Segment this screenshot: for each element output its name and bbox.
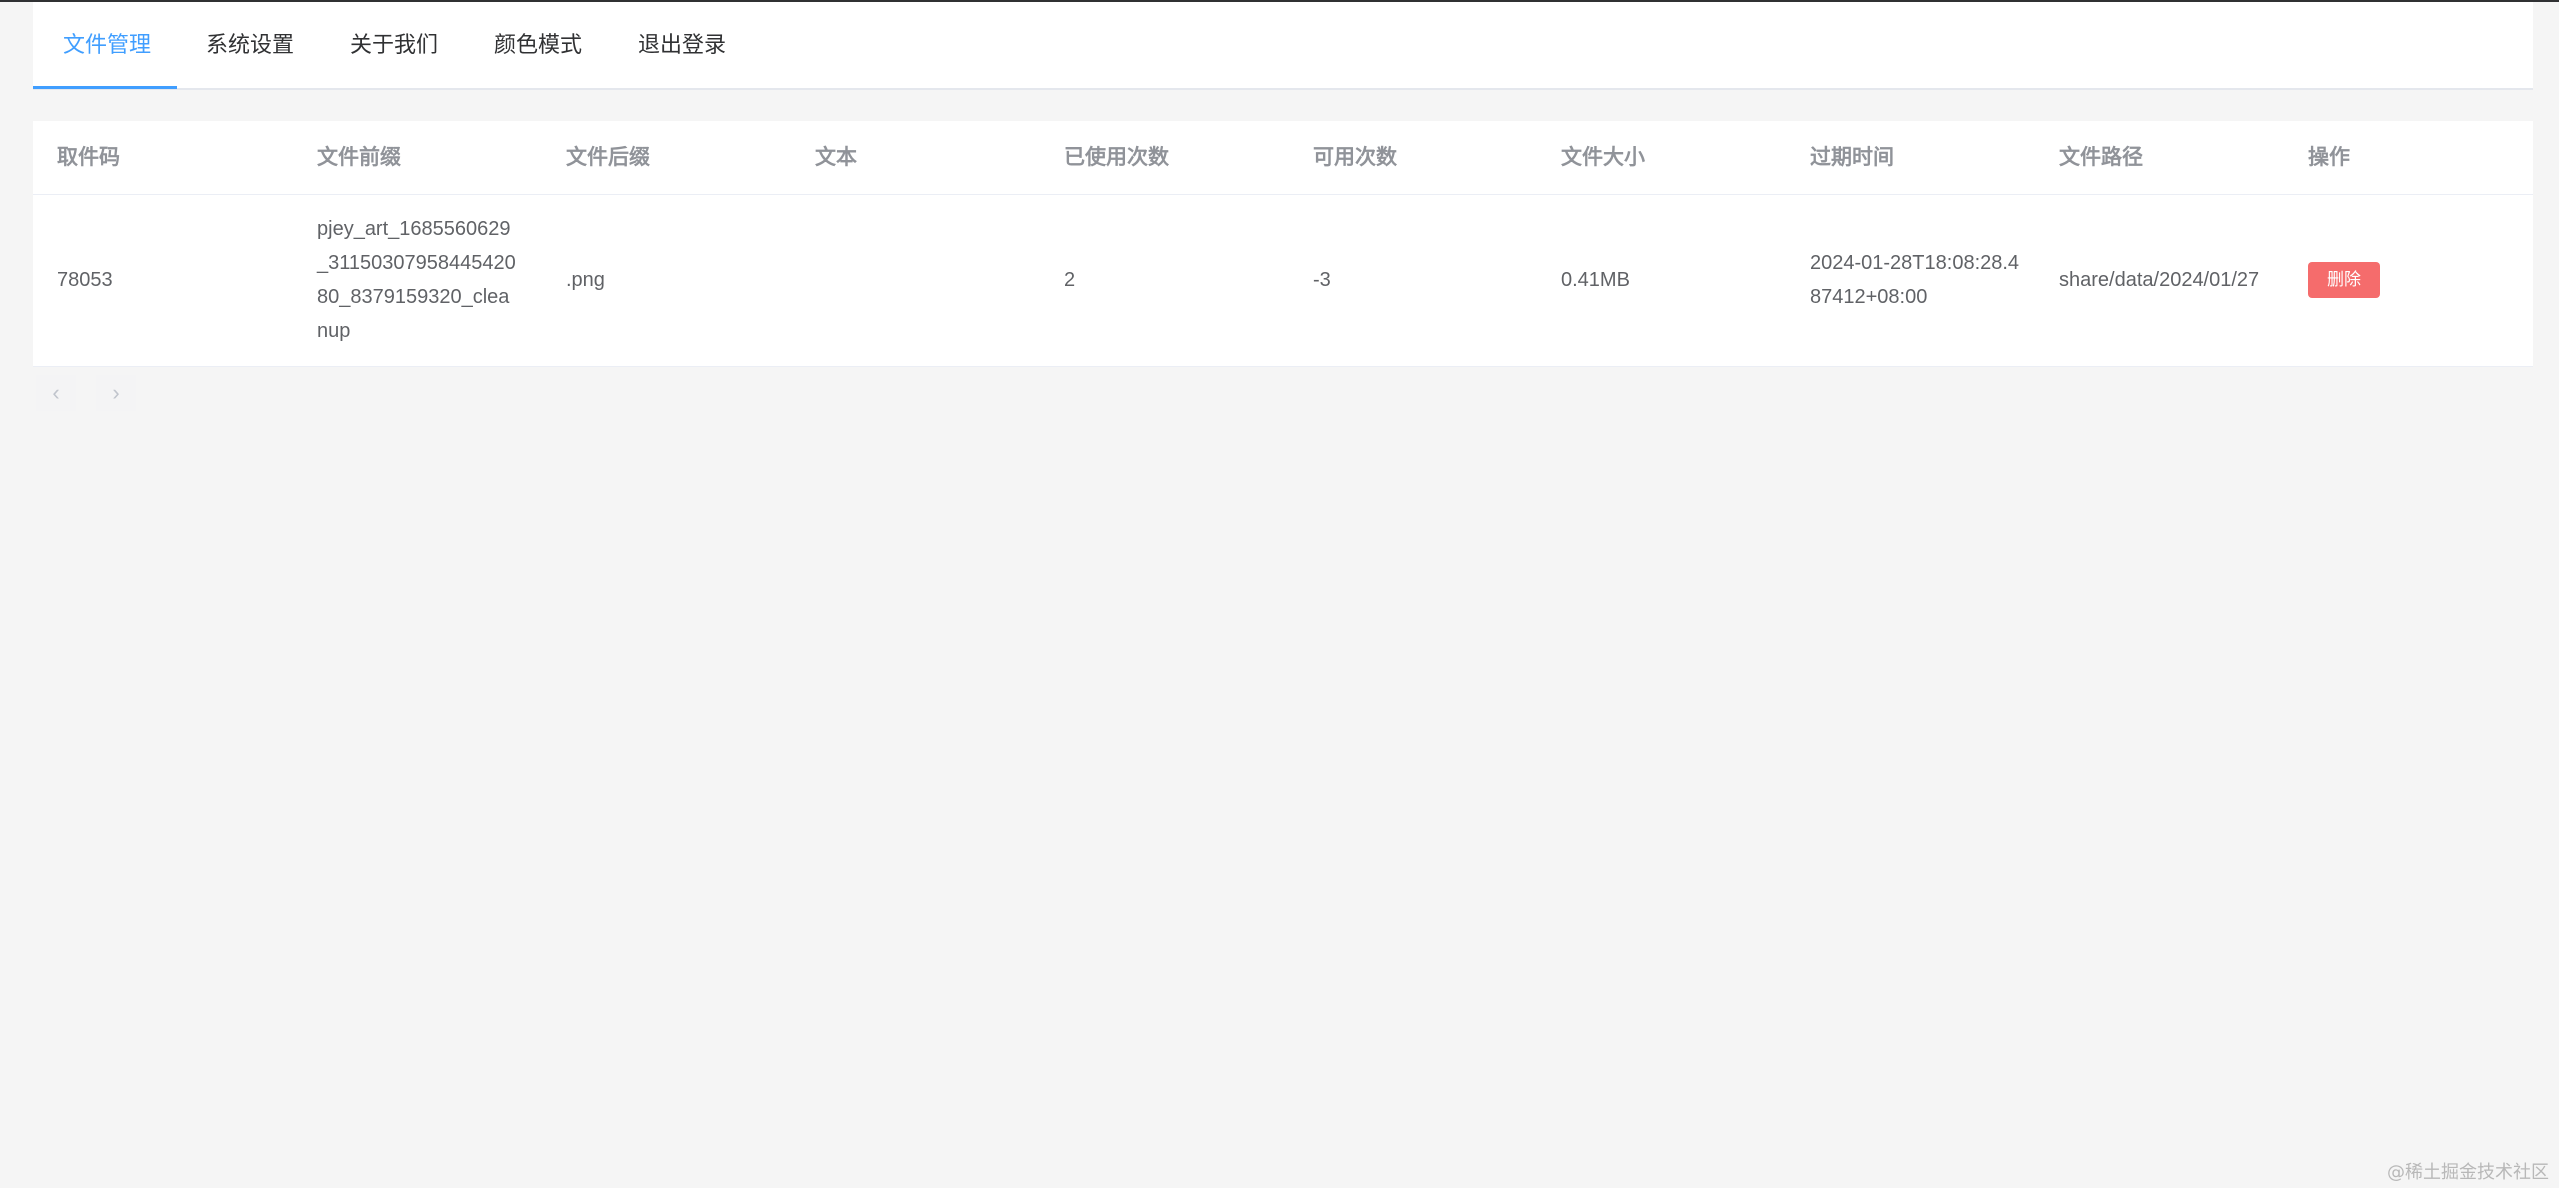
table-row: 78053 pjey_art_1685560629_31150307958445…	[33, 194, 2533, 367]
cell-available-count: -3	[1313, 194, 1533, 366]
active-tab-indicator	[33, 86, 177, 89]
used-count-value: 2	[1064, 269, 1076, 291]
header-path: 文件路径	[2059, 146, 2143, 169]
suffix-value: .png	[566, 269, 605, 291]
file-table: 取件码 文件前缀 文件后缀 文本 已使用次数 可用次数 文件大小 过期时间 文件…	[33, 121, 2533, 367]
cell-prefix: pjey_art_1685560629_3115030795844542080_…	[317, 194, 517, 366]
chevron-left-icon: ‹	[52, 380, 60, 405]
cell-suffix: .png	[566, 194, 786, 366]
tab-color-mode[interactable]: 颜色模式	[494, 2, 582, 88]
header-expire-time: 过期时间	[1810, 146, 1894, 169]
cell-size: 0.41MB	[1561, 194, 1781, 366]
tab-logout[interactable]: 退出登录	[638, 2, 726, 88]
cell-code: 78053	[57, 194, 287, 366]
header-code: 取件码	[57, 146, 120, 169]
cell-path: share/data/2024/01/27	[2059, 194, 2269, 366]
cell-text	[815, 194, 1035, 366]
header-size: 文件大小	[1561, 146, 1645, 169]
cell-used-count: 2	[1064, 194, 1284, 366]
prefix-value: pjey_art_1685560629_3115030795844542080_…	[317, 218, 516, 342]
tab-system-settings[interactable]: 系统设置	[206, 2, 294, 88]
cell-action: 删除	[2308, 194, 2508, 366]
header-used-count: 已使用次数	[1064, 146, 1169, 169]
expire-time-value: 2024-01-28T18:08:28.487412+08:00	[1810, 252, 2020, 308]
table-header: 取件码 文件前缀 文件后缀 文本 已使用次数 可用次数 文件大小 过期时间 文件…	[33, 121, 2533, 195]
header-suffix: 文件后缀	[566, 146, 650, 169]
prev-page-button[interactable]: ‹	[36, 375, 76, 411]
next-page-button[interactable]: ›	[96, 375, 136, 411]
delete-button[interactable]: 删除	[2308, 262, 2380, 298]
watermark: @稀土掘金技术社区	[2387, 1162, 2549, 1183]
tab-about-us[interactable]: 关于我们	[350, 2, 438, 88]
path-value: share/data/2024/01/27	[2059, 269, 2260, 291]
header-available-count: 可用次数	[1313, 146, 1397, 169]
header-action: 操作	[2308, 146, 2350, 169]
nav-tabs: 文件管理 系统设置 关于我们 颜色模式 退出登录	[33, 2, 2533, 90]
tab-file-management[interactable]: 文件管理	[63, 2, 151, 88]
code-value: 78053	[57, 269, 113, 291]
chevron-right-icon: ›	[112, 380, 120, 405]
size-value: 0.41MB	[1561, 269, 1630, 291]
header-prefix: 文件前缀	[317, 146, 401, 169]
header-text: 文本	[815, 146, 857, 169]
cell-expire-time: 2024-01-28T18:08:28.487412+08:00	[1810, 194, 2020, 366]
available-count-value: -3	[1313, 269, 1331, 291]
